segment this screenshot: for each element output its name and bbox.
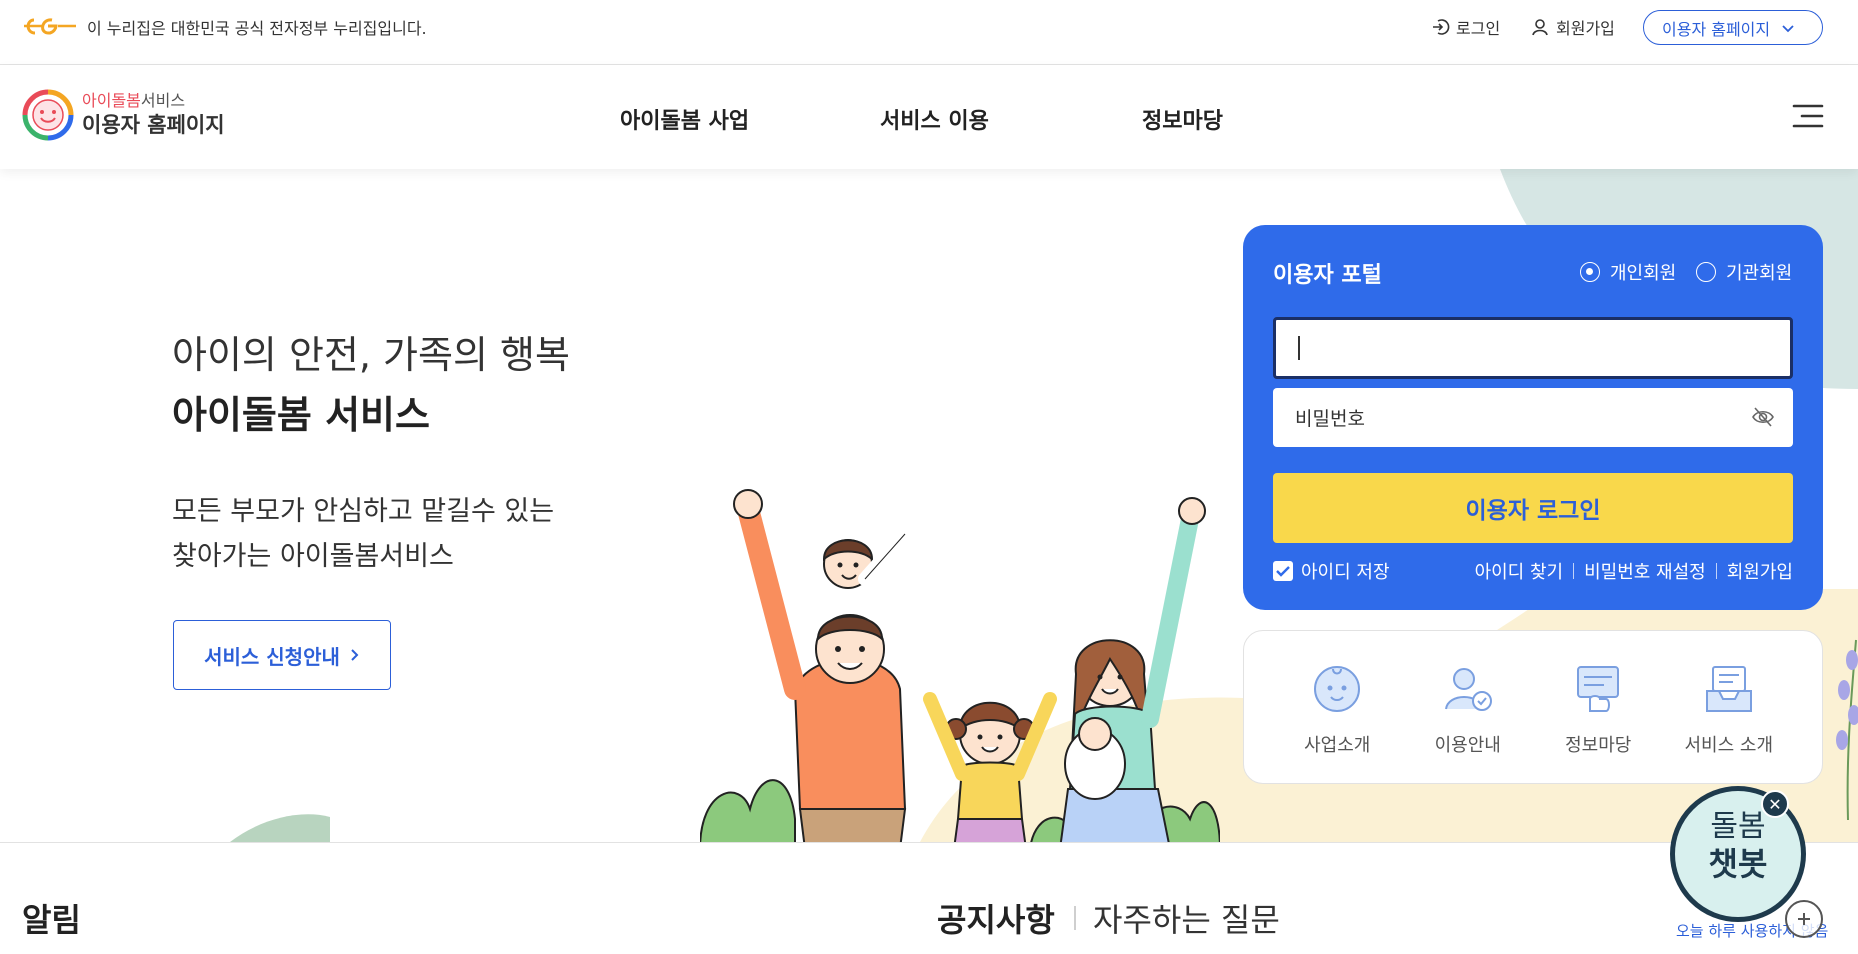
portal-signup-link[interactable]: 회원가입 [1727,558,1793,584]
user-icon [1532,19,1548,36]
radio-unchecked-icon [1696,262,1716,282]
text-caret [1298,336,1300,360]
user-check-icon [1444,668,1492,711]
quick-business-intro[interactable]: 사업소개 [1277,631,1397,783]
radio-personal-member[interactable]: 개인회원 [1580,259,1676,285]
reset-password-link[interactable]: 비밀번호 재설정 [1584,558,1706,584]
site-select-dropdown[interactable]: 이용자 홈페이지 [1643,10,1823,45]
checkbox-checked-icon [1273,561,1293,581]
radio-checked-icon [1580,262,1600,282]
quick-usage-guide[interactable]: 이용안내 [1408,631,1528,783]
hero-desc-line2: 찾아가는 아이돌봄서비스 [172,541,454,572]
hero-description: 모든 부모가 안심하고 맡길수 있는 찾아가는 아이돌봄서비스 [172,489,554,579]
radio-org-label: 기관회원 [1726,263,1793,284]
family-illustration [700,489,1220,842]
brand-subtitle-rest: 서비스 [140,91,186,110]
chevron-right-icon [351,649,359,661]
user-id-input[interactable] [1273,317,1793,379]
brand-subtitle: 아이돌봄서비스 [82,91,225,111]
save-id-label: 아이디 저장 [1301,562,1390,583]
portal-title: 이용자 포털 [1273,263,1382,288]
hero-title: 아이돌봄 서비스 [172,393,430,437]
quick-info-board[interactable]: 정보마당 [1538,631,1658,783]
service-apply-guide-label: 서비스 신청안내 [204,644,340,669]
document-hand-icon [1577,666,1620,712]
hero-headline: 아이의 안전, 가족의 행복 [172,333,570,377]
chatbot-close-icon[interactable]: ✕ [1761,790,1789,818]
site-select-label: 이용자 홈페이지 [1662,19,1771,39]
radio-personal-label: 개인회원 [1610,263,1677,284]
quick-service-intro-label: 서비스 소개 [1684,735,1774,756]
quick-service-intro[interactable]: 서비스 소개 [1669,631,1789,783]
top-login-link[interactable]: 로그인 [1430,15,1500,39]
brand-subtitle-highlight: 아이돌봄 [82,91,141,110]
save-id-checkbox[interactable]: 아이디 저장 [1273,558,1390,584]
chatbot-label-line2: 챗봇 [1708,845,1768,883]
service-apply-guide-button[interactable]: 서비스 신청안내 [173,620,391,690]
link-separator [1573,563,1575,579]
radio-organization-member[interactable]: 기관회원 [1696,259,1792,285]
inbox-tray-icon [1705,666,1752,712]
brand-logo-link[interactable]: 아이돌봄서비스 이용자 홈페이지 [22,89,225,141]
alarm-section-title: 알림 [22,901,81,939]
find-id-link[interactable]: 아이디 찾기 [1475,558,1564,584]
login-icon [1433,19,1450,35]
smiley-logo-icon [22,89,74,141]
top-login-label: 로그인 [1456,19,1501,38]
quick-info-board-label: 정보마당 [1565,735,1632,756]
gov-banner: 이 누리집은 대한민국 공식 전자정부 누리집입니다. 로그인 회원가입 이용자… [0,0,1858,65]
user-portal-login-box: 이용자 포털 개인회원 기관회원 비밀번호 이용자 로그인 아이디 저장 아이디… [1243,225,1823,610]
scroll-top-button[interactable] [1785,900,1823,938]
baby-face-icon [1314,666,1361,712]
link-separator [1715,563,1717,579]
password-input[interactable]: 비밀번호 [1273,388,1793,447]
top-signup-link[interactable]: 회원가입 [1530,15,1615,39]
chevron-down-icon [1782,24,1794,32]
nav-item-info[interactable]: 정보마당 [1142,103,1223,135]
quick-business-intro-label: 사업소개 [1304,735,1371,756]
eye-slash-icon[interactable] [1751,406,1775,428]
site-header: 아이돌봄서비스 이용자 홈페이지 아이돌봄 사업 서비스 이용 정보마당 [0,65,1858,169]
user-login-button[interactable]: 이용자 로그인 [1273,473,1793,543]
portal-help-links: 아이디 찾기 비밀번호 재설정 회원가입 [1475,558,1793,584]
hamburger-menu-icon[interactable] [1792,103,1824,129]
tab-faq[interactable]: 자주하는 질문 [1093,895,1280,941]
section-divider [0,842,1858,843]
gov-notice-text: 이 누리집은 대한민국 공식 전자정부 누리집입니다. [87,19,427,38]
tab-separator [1074,906,1076,930]
nav-item-service[interactable]: 서비스 이용 [880,103,989,135]
brand-title: 이용자 홈페이지 [82,113,225,137]
hero-desc-line1: 모든 부모가 안심하고 맡길수 있는 [172,496,555,527]
arrow-up-icon [1798,913,1810,925]
tab-notice[interactable]: 공지사항 [937,895,1055,941]
password-placeholder: 비밀번호 [1295,408,1365,430]
egov-logo-icon [24,18,76,35]
nav-item-business[interactable]: 아이돌봄 사업 [620,103,749,135]
top-signup-label: 회원가입 [1556,19,1615,38]
quick-menu: 사업소개 이용안내 정보마당 서비스 소개 [1243,630,1823,784]
quick-usage-guide-label: 이용안내 [1434,735,1501,756]
